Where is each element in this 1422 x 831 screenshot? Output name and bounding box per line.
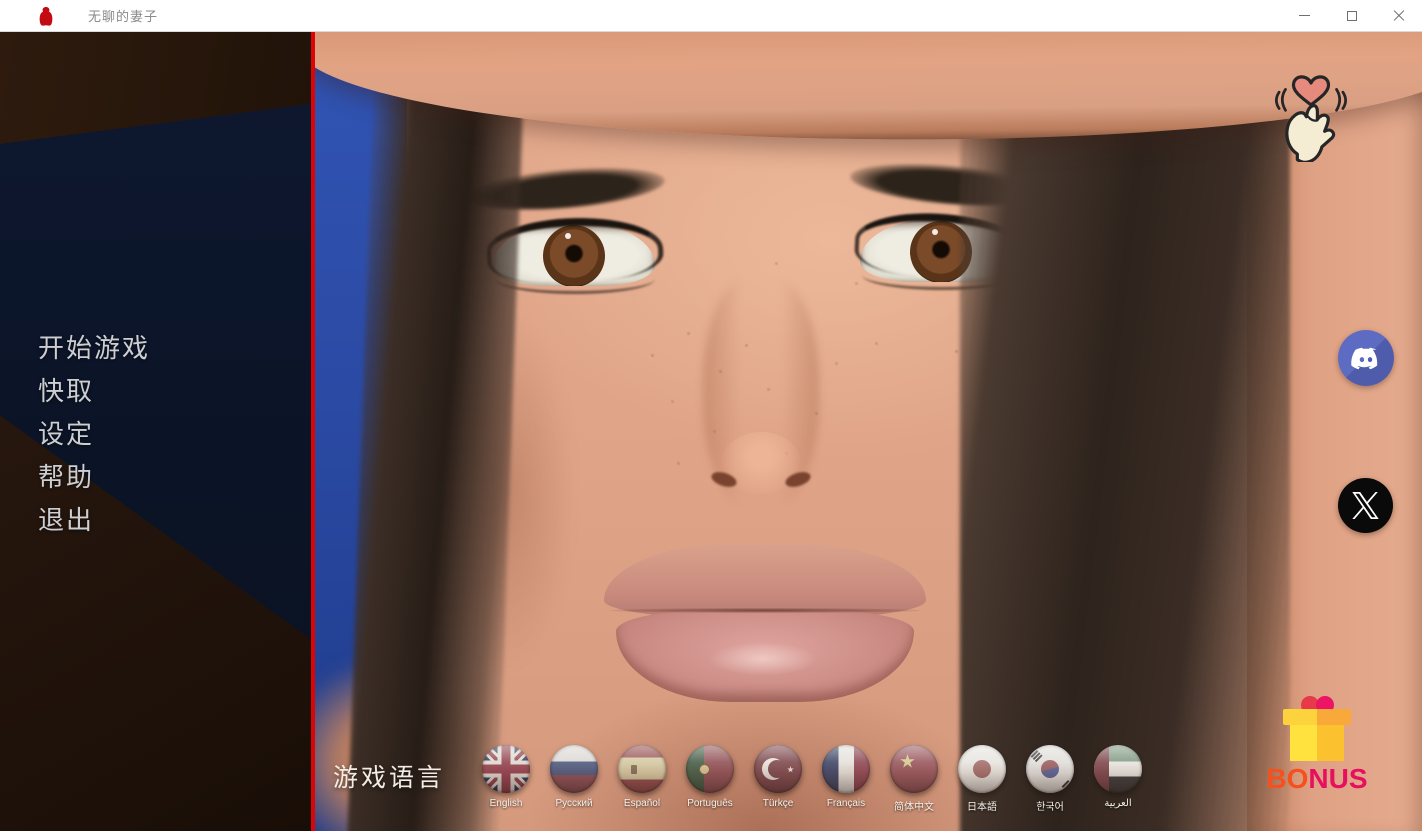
flag-label: Español: [624, 798, 660, 809]
flag-icon: [958, 745, 1006, 793]
gift-lid: [1283, 709, 1351, 725]
language-flag-fr[interactable]: Français: [812, 745, 880, 813]
language-flag-row: English Русский Español Português Türkçe: [472, 745, 1152, 813]
lashes-bottom-left: [495, 264, 655, 294]
language-flag-tr[interactable]: Türkçe: [744, 745, 812, 813]
flag-icon: [822, 745, 870, 793]
bonus-letter: U: [1329, 765, 1349, 793]
flag-icon: [1094, 745, 1142, 793]
flag-gloss: [890, 745, 938, 793]
app-window: 无聊的妻子 开始游戏 快取 设定 帮助 退出: [0, 0, 1422, 831]
flag-icon: [890, 745, 938, 793]
flag-gloss: [686, 745, 734, 793]
upper-lip: [604, 544, 926, 618]
maximize-button[interactable]: [1328, 0, 1375, 32]
flag-label: Türkçe: [763, 798, 794, 809]
app-icon: [37, 6, 55, 26]
menu-item-settings[interactable]: 设定: [38, 414, 150, 448]
mouth-line: [610, 608, 920, 613]
bonus-letter: S: [1349, 765, 1368, 793]
flag-icon: [1026, 745, 1074, 793]
close-icon: [1393, 10, 1405, 22]
minimize-icon: [1299, 15, 1310, 16]
language-flag-en[interactable]: English: [472, 745, 540, 813]
window-controls: [1281, 0, 1422, 32]
language-flag-ru[interactable]: Русский: [540, 745, 608, 813]
language-label: 游戏语言: [333, 758, 445, 794]
flag-icon: [482, 745, 530, 793]
flag-gloss: [958, 745, 1006, 793]
hair-left-art: [347, 50, 524, 831]
language-flag-cn[interactable]: 简体中文: [880, 745, 948, 813]
flag-label: Português: [687, 798, 733, 809]
close-button[interactable]: [1375, 0, 1422, 32]
title-bar: 无聊的妻子: [0, 0, 1422, 32]
menu-item-help[interactable]: 帮助: [38, 457, 150, 491]
flag-label: العربية: [1104, 798, 1131, 809]
language-flag-es[interactable]: Español: [608, 745, 676, 813]
flag-gloss: [1094, 745, 1142, 793]
bonus-letter: B: [1266, 765, 1286, 793]
flag-gloss: [1026, 745, 1074, 793]
bonus-letter: N: [1308, 765, 1328, 793]
nose-art: [703, 272, 819, 512]
flag-icon: [618, 745, 666, 793]
menu-item-start-game[interactable]: 开始游戏: [38, 328, 150, 362]
flag-gloss: [550, 745, 598, 793]
window-title: 无聊的妻子: [88, 6, 158, 25]
gift-box: [1290, 725, 1344, 761]
flag-label: 日本語: [967, 798, 997, 813]
bonus-gift-button[interactable]: BONUS: [1259, 696, 1375, 793]
flag-label: Français: [827, 798, 865, 809]
flag-icon: [754, 745, 802, 793]
maximize-icon: [1347, 11, 1357, 21]
flag-label: 简体中文: [894, 798, 934, 813]
menu-panel: 开始游戏 快取 设定 帮助 退出: [0, 32, 311, 831]
bonus-label: BONUS: [1266, 765, 1367, 793]
flag-gloss: [618, 745, 666, 793]
hair-right-art: [960, 32, 1290, 831]
language-flag-kr[interactable]: 한국어: [1016, 745, 1084, 813]
menu-item-quick-load[interactable]: 快取: [38, 371, 150, 405]
main-menu: 开始游戏 快取 设定 帮助 退出: [38, 328, 150, 543]
flag-gloss: [482, 745, 530, 793]
language-flag-ae[interactable]: العربية: [1084, 745, 1152, 813]
flag-icon: [686, 745, 734, 793]
flag-label: English: [490, 798, 523, 809]
flag-gloss: [822, 745, 870, 793]
background-photo: BONUS 游戏语言 English Русский Español Portu…: [315, 32, 1422, 831]
language-flag-jp[interactable]: 日本語: [948, 745, 1016, 813]
flag-label: 한국어: [1036, 798, 1064, 813]
lip-highlight: [708, 642, 818, 676]
flag-gloss: [754, 745, 802, 793]
minimize-button[interactable]: [1281, 0, 1328, 32]
discord-icon[interactable]: [1338, 330, 1394, 386]
finger-heart-icon: [1270, 66, 1352, 162]
red-divider-line: [311, 32, 315, 831]
bonus-letter: O: [1287, 765, 1309, 793]
x-twitter-icon[interactable]: [1338, 478, 1393, 533]
flag-icon: [550, 745, 598, 793]
menu-item-exit[interactable]: 退出: [38, 500, 150, 534]
language-flag-pt[interactable]: Português: [676, 745, 744, 813]
flag-label: Русский: [555, 798, 592, 809]
